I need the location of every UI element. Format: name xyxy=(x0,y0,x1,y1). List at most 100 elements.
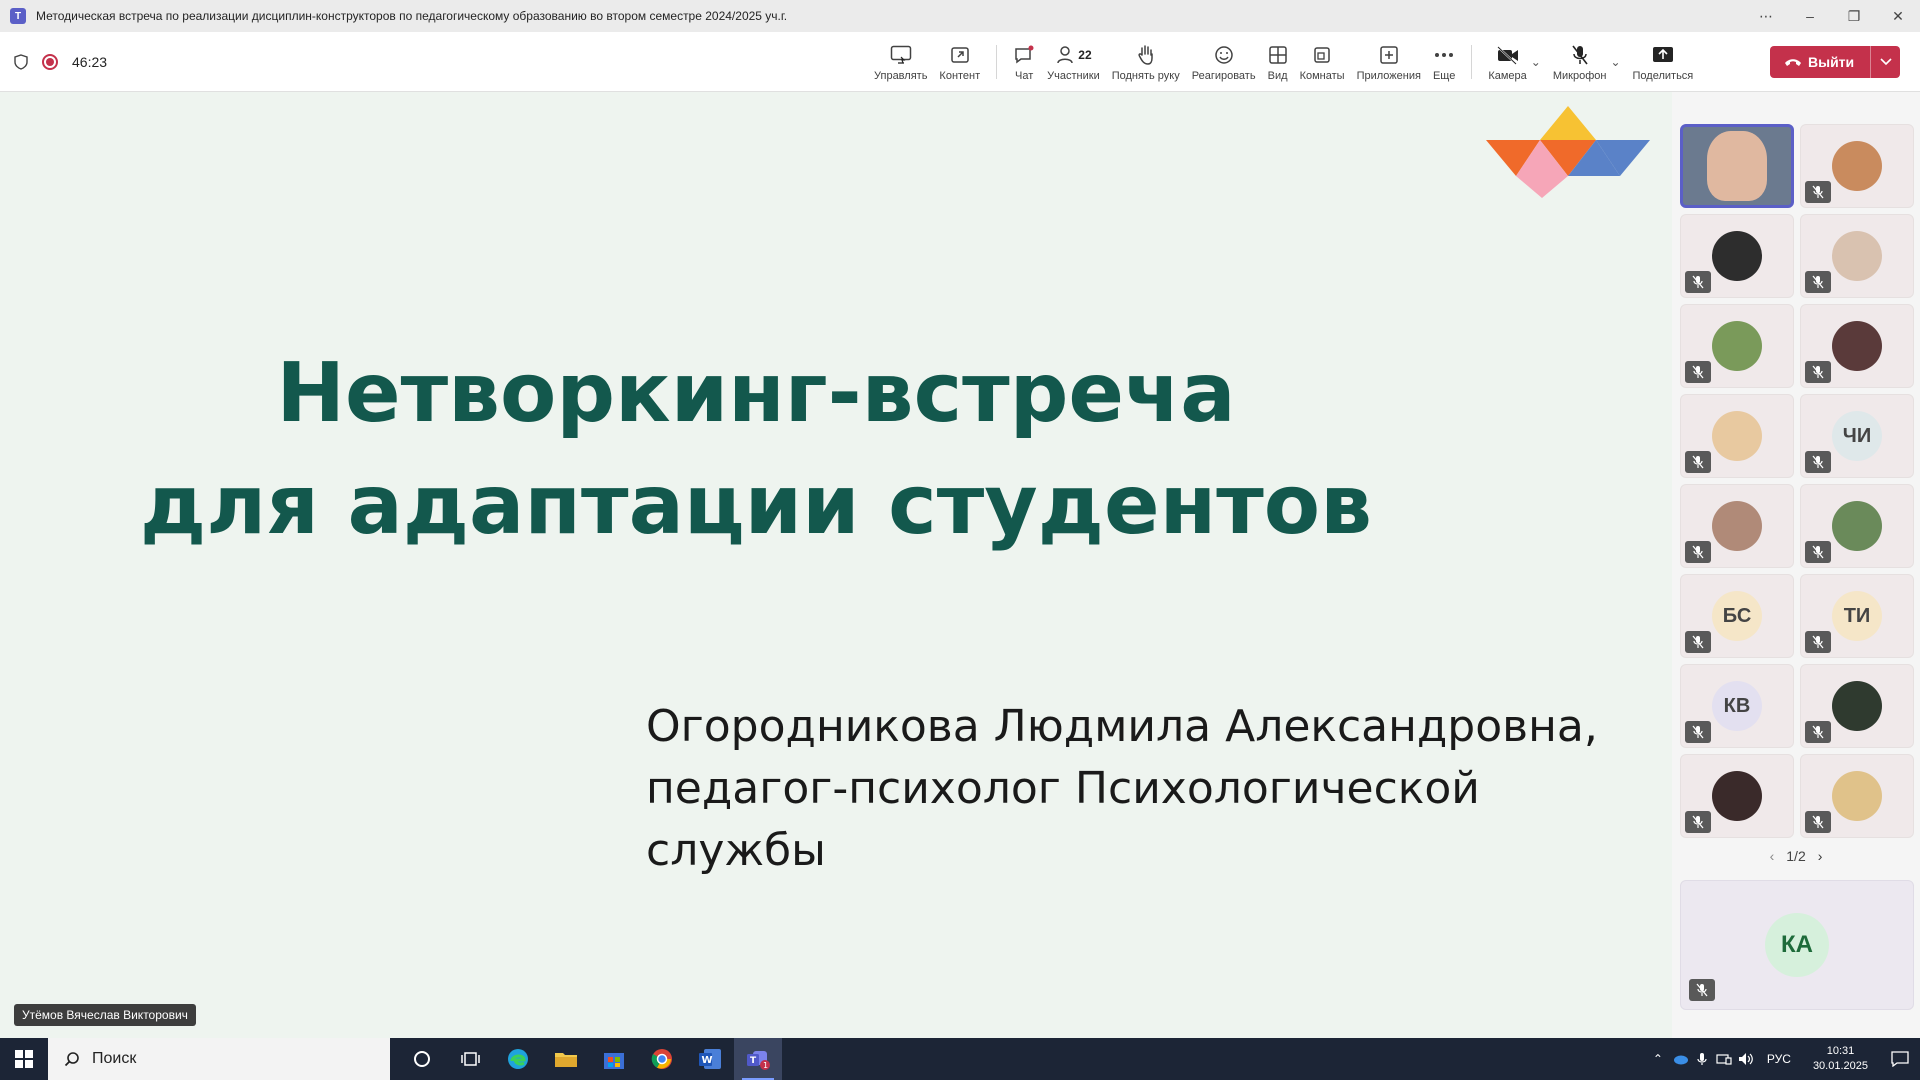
participant-tile[interactable]: КВ xyxy=(1680,664,1794,748)
leave-options-chevron-icon[interactable] xyxy=(1870,46,1900,78)
participant-tile[interactable]: ТИ xyxy=(1800,574,1914,658)
windows-logo-icon xyxy=(15,1050,33,1068)
close-icon[interactable]: ✕ xyxy=(1876,0,1920,32)
meeting-toolbar: 46:23 Управлять Контент Чат 22 Участники… xyxy=(0,32,1920,92)
task-view-button[interactable] xyxy=(446,1038,494,1080)
participants-icon xyxy=(1057,46,1074,64)
minimize-icon[interactable]: – xyxy=(1788,0,1832,32)
content-icon xyxy=(951,47,969,63)
participant-tile[interactable] xyxy=(1680,484,1794,568)
toolbar-content[interactable]: Контент xyxy=(933,32,986,92)
more-options-icon[interactable]: ⋯ xyxy=(1744,0,1788,32)
self-video-tile[interactable]: КА xyxy=(1680,880,1914,1010)
participant-photo-avatar xyxy=(1712,231,1762,281)
camera-options-chevron-icon[interactable]: ⌄ xyxy=(1531,55,1541,69)
slide-title-line-2: для адаптации студентов xyxy=(140,458,1372,553)
system-tray: ⌃ РУС 10:31 30.01.2025 xyxy=(1647,1038,1920,1080)
participant-tile[interactable] xyxy=(1680,754,1794,838)
toolbar-share[interactable]: Поделиться xyxy=(1627,32,1700,92)
volume-icon[interactable] xyxy=(1735,1038,1757,1080)
toolbar-label: Реагировать xyxy=(1191,70,1256,82)
mic-muted-icon xyxy=(1805,181,1831,203)
participant-initials-avatar: КВ xyxy=(1712,681,1762,731)
leave-button[interactable]: Выйти xyxy=(1770,46,1900,78)
mic-muted-icon xyxy=(1805,811,1831,833)
presenter-name-tag: Утёмов Вячеслав Викторович xyxy=(14,1004,196,1026)
network-icon[interactable] xyxy=(1713,1038,1735,1080)
file-explorer-button[interactable] xyxy=(542,1038,590,1080)
participant-tile[interactable] xyxy=(1680,214,1794,298)
store-button[interactable] xyxy=(590,1038,638,1080)
mic-muted-icon xyxy=(1685,811,1711,833)
participant-tile[interactable] xyxy=(1680,124,1794,208)
toolbar-label: Еще xyxy=(1432,70,1456,82)
toolbar-chat[interactable]: Чат xyxy=(1007,32,1041,92)
pager-prev-icon[interactable]: ‹ xyxy=(1770,848,1775,864)
chrome-button[interactable] xyxy=(638,1038,686,1080)
participant-tile[interactable]: БС xyxy=(1680,574,1794,658)
toolbar-more[interactable]: Еще xyxy=(1427,32,1461,92)
participant-tile[interactable] xyxy=(1680,394,1794,478)
toolbar-share-control[interactable]: Управлять xyxy=(868,32,933,92)
toolbar-microphone[interactable]: Микрофон xyxy=(1547,32,1613,92)
input-language[interactable]: РУС xyxy=(1767,1052,1791,1066)
toolbar-label: Камера xyxy=(1488,70,1527,82)
tray-expand-icon[interactable]: ⌃ xyxy=(1647,1038,1669,1080)
mic-muted-icon xyxy=(1685,631,1711,653)
cortana-button[interactable] xyxy=(398,1038,446,1080)
toolbar-label: Управлять xyxy=(874,70,928,82)
leave-label: Выйти xyxy=(1808,54,1855,70)
toolbar-view[interactable]: Вид xyxy=(1262,32,1294,92)
participant-photo-avatar xyxy=(1712,771,1762,821)
toolbar-label: Комнаты xyxy=(1299,70,1345,82)
toolbar-label: Поднять руку xyxy=(1111,70,1180,82)
shared-screen-stage: Нетворкинг-встреча для адаптации студент… xyxy=(0,92,1672,1038)
participant-photo-avatar xyxy=(1832,771,1882,821)
share-screen-icon xyxy=(890,45,911,64)
slide-author: Огородникова Людмила Александровна, педа… xyxy=(646,696,1672,882)
microphone-tray-icon[interactable] xyxy=(1691,1038,1713,1080)
onedrive-icon[interactable] xyxy=(1669,1038,1691,1080)
task-view-icon xyxy=(461,1052,480,1066)
mic-options-chevron-icon[interactable]: ⌄ xyxy=(1610,55,1620,69)
participant-tile[interactable] xyxy=(1800,754,1914,838)
chrome-icon xyxy=(651,1049,672,1069)
toolbar-participants[interactable]: 22 Участники xyxy=(1041,32,1106,92)
mic-muted-icon xyxy=(1805,721,1831,743)
participant-tile[interactable]: ЧИ xyxy=(1800,394,1914,478)
start-button[interactable] xyxy=(0,1038,48,1080)
participant-tile[interactable] xyxy=(1800,304,1914,388)
react-icon xyxy=(1214,46,1233,64)
slide-title: Нетворкинг-встреча для адаптации студент… xyxy=(0,338,1672,562)
university-logo xyxy=(1486,106,1650,198)
folder-icon xyxy=(555,1053,577,1067)
pager-next-icon[interactable]: › xyxy=(1818,848,1823,864)
system-clock[interactable]: 10:31 30.01.2025 xyxy=(1813,1044,1868,1074)
search-icon xyxy=(64,1052,79,1067)
restore-icon[interactable]: ❐ xyxy=(1832,0,1876,32)
self-avatar: КА xyxy=(1765,913,1829,977)
toolbar-raise-hand[interactable]: Поднять руку xyxy=(1106,32,1186,92)
word-button[interactable]: W xyxy=(686,1038,734,1080)
toolbar-react[interactable]: Реагировать xyxy=(1186,32,1262,92)
svg-text:W: W xyxy=(702,1055,713,1066)
mic-muted-icon xyxy=(1685,721,1711,743)
toolbar-rooms[interactable]: Комнаты xyxy=(1294,32,1351,92)
participant-tile[interactable] xyxy=(1800,214,1914,298)
participant-tile[interactable] xyxy=(1800,664,1914,748)
participant-tile[interactable] xyxy=(1800,124,1914,208)
gallery-pager: ‹ 1/2 › xyxy=(1672,848,1920,864)
taskbar-search-box[interactable]: Поиск xyxy=(48,1038,390,1080)
teams-icon: T1 xyxy=(747,1051,770,1070)
teams-button[interactable]: T1 xyxy=(734,1038,782,1080)
toolbar-separator xyxy=(996,45,998,79)
toolbar-apps[interactable]: Приложения xyxy=(1351,32,1427,92)
toolbar-camera[interactable]: Камера xyxy=(1482,32,1532,92)
notification-center-icon[interactable] xyxy=(1880,1038,1920,1080)
apps-icon xyxy=(1380,46,1398,64)
participants-gallery: ЧИ БС ТИ КВ ‹ 1/2 › КА xyxy=(1672,92,1920,1038)
participant-tile[interactable] xyxy=(1800,484,1914,568)
participant-initials-avatar: ТИ xyxy=(1832,591,1882,641)
participant-tile[interactable] xyxy=(1680,304,1794,388)
edge-button[interactable] xyxy=(494,1038,542,1080)
